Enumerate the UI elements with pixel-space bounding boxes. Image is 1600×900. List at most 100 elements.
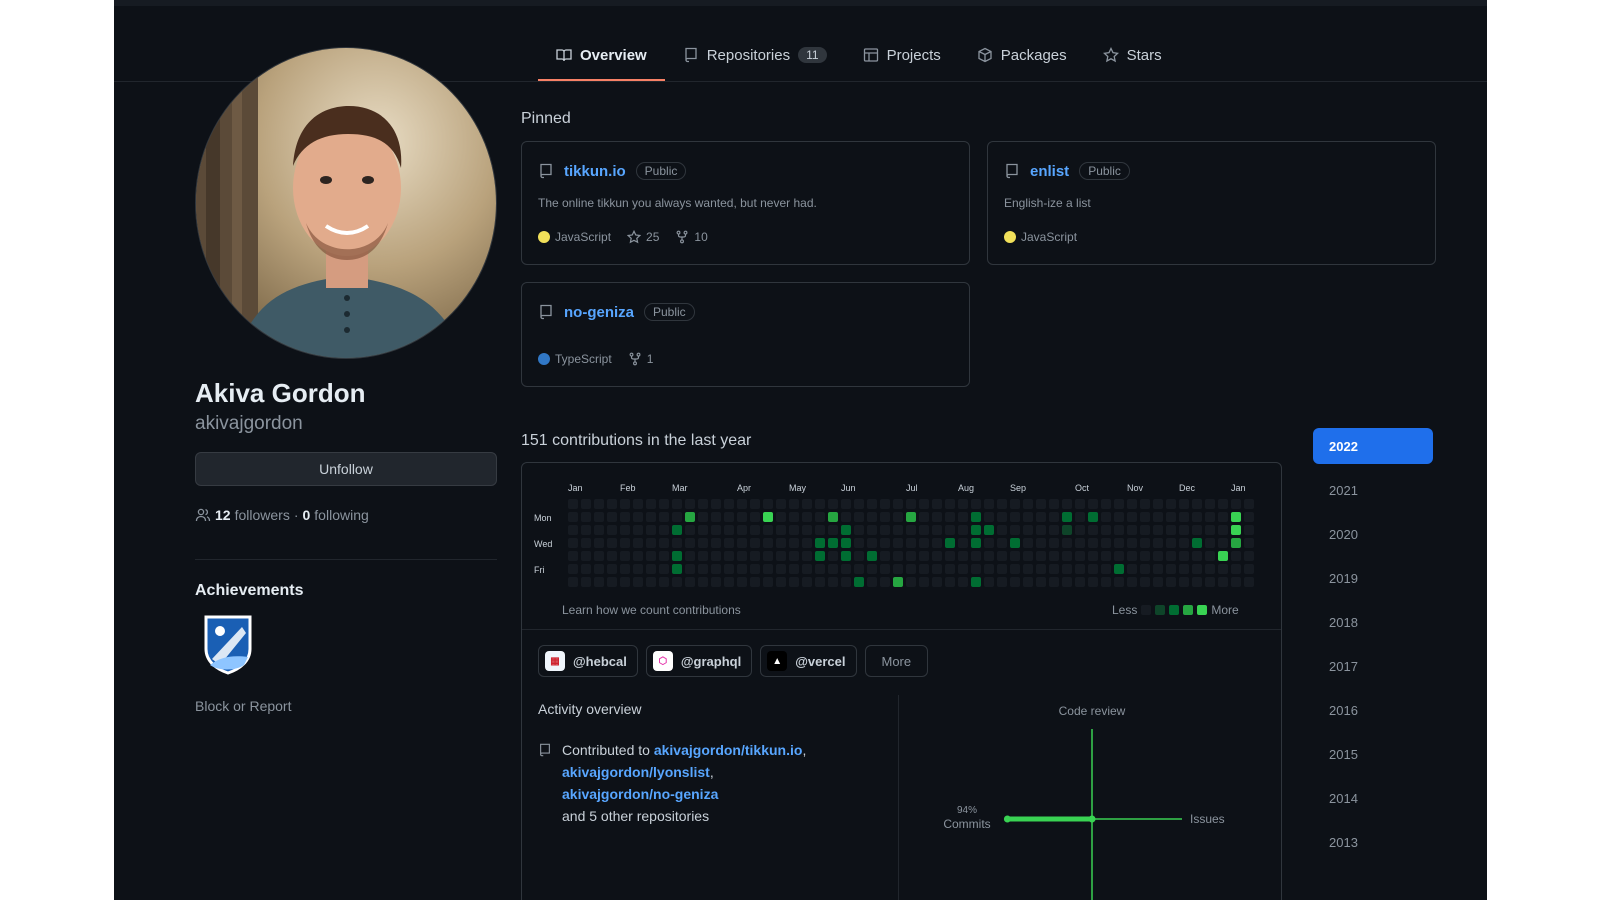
year-2022[interactable]: 2022 (1313, 428, 1433, 464)
contribution-day-cell[interactable] (971, 512, 981, 522)
contribution-day-cell[interactable] (828, 512, 838, 522)
contribution-day-cell[interactable] (802, 564, 812, 574)
contribution-day-cell[interactable] (1101, 512, 1111, 522)
contribution-day-cell[interactable] (737, 564, 747, 574)
learn-contributions-link[interactable]: Learn how we count contributions (562, 603, 741, 617)
contribution-day-cell[interactable] (659, 564, 669, 574)
contribution-day-cell[interactable] (1127, 499, 1137, 509)
contribution-day-cell[interactable] (1218, 512, 1228, 522)
org-filter-vercel[interactable]: ▲ @vercel (760, 645, 857, 677)
contribution-day-cell[interactable] (789, 577, 799, 587)
year-2015[interactable]: 2015 (1313, 736, 1433, 772)
contribution-day-cell[interactable] (620, 551, 630, 561)
contribution-day-cell[interactable] (646, 551, 656, 561)
contribution-day-cell[interactable] (1010, 525, 1020, 535)
contribution-day-cell[interactable] (1244, 551, 1254, 561)
avatar[interactable] (195, 47, 497, 359)
contribution-day-cell[interactable] (607, 525, 617, 535)
contribution-day-cell[interactable] (945, 564, 955, 574)
contribution-day-cell[interactable] (854, 577, 864, 587)
contribution-day-cell[interactable] (997, 551, 1007, 561)
contribution-day-cell[interactable] (802, 551, 812, 561)
contribution-day-cell[interactable] (815, 512, 825, 522)
contribution-day-cell[interactable] (919, 551, 929, 561)
contribution-day-cell[interactable] (685, 499, 695, 509)
contribution-day-cell[interactable] (984, 499, 994, 509)
year-2018[interactable]: 2018 (1313, 604, 1433, 640)
contribution-day-cell[interactable] (1062, 512, 1072, 522)
contribution-day-cell[interactable] (594, 512, 604, 522)
contribution-day-cell[interactable] (789, 525, 799, 535)
contribution-day-cell[interactable] (854, 499, 864, 509)
contribution-day-cell[interactable] (724, 525, 734, 535)
contribution-day-cell[interactable] (1049, 577, 1059, 587)
contribution-day-cell[interactable] (1114, 577, 1124, 587)
contribution-day-cell[interactable] (789, 538, 799, 548)
contribution-day-cell[interactable] (1114, 551, 1124, 561)
contribution-day-cell[interactable] (763, 564, 773, 574)
contribution-day-cell[interactable] (1140, 525, 1150, 535)
contribution-day-cell[interactable] (581, 525, 591, 535)
contribution-day-cell[interactable] (620, 512, 630, 522)
following-count[interactable]: 0 (303, 507, 311, 523)
contribution-day-cell[interactable] (828, 499, 838, 509)
contribution-day-cell[interactable] (1023, 577, 1033, 587)
contribution-day-cell[interactable] (1205, 538, 1215, 548)
contribution-day-cell[interactable] (685, 564, 695, 574)
contribution-day-cell[interactable] (1101, 538, 1111, 548)
contribution-day-cell[interactable] (1088, 525, 1098, 535)
contribution-day-cell[interactable] (1075, 551, 1085, 561)
contribution-day-cell[interactable] (1153, 525, 1163, 535)
contribution-day-cell[interactable] (1153, 577, 1163, 587)
contribution-day-cell[interactable] (724, 499, 734, 509)
contribution-day-cell[interactable] (906, 499, 916, 509)
year-2016[interactable]: 2016 (1313, 692, 1433, 728)
contribution-day-cell[interactable] (893, 525, 903, 535)
contribution-day-cell[interactable] (646, 564, 656, 574)
contribution-day-cell[interactable] (620, 564, 630, 574)
contribution-day-cell[interactable] (867, 499, 877, 509)
tab-repositories[interactable]: Repositories 11 (665, 40, 845, 70)
contribution-day-cell[interactable] (1166, 551, 1176, 561)
contribution-day-cell[interactable] (724, 564, 734, 574)
contribution-day-cell[interactable] (672, 551, 682, 561)
contribution-day-cell[interactable] (880, 564, 890, 574)
contribution-day-cell[interactable] (711, 499, 721, 509)
tab-stars[interactable]: Stars (1085, 40, 1180, 70)
contribution-day-cell[interactable] (1166, 577, 1176, 587)
contribution-day-cell[interactable] (997, 525, 1007, 535)
contribution-day-cell[interactable] (932, 538, 942, 548)
contribution-day-cell[interactable] (607, 512, 617, 522)
contribution-day-cell[interactable] (672, 564, 682, 574)
contribution-day-cell[interactable] (867, 538, 877, 548)
contribution-day-cell[interactable] (971, 564, 981, 574)
contribution-day-cell[interactable] (568, 538, 578, 548)
contribution-day-cell[interactable] (594, 499, 604, 509)
contribution-day-cell[interactable] (1244, 525, 1254, 535)
contribution-day-cell[interactable] (919, 577, 929, 587)
contribution-day-cell[interactable] (646, 577, 656, 587)
contribution-day-cell[interactable] (1179, 564, 1189, 574)
contribution-day-cell[interactable] (711, 512, 721, 522)
repo-stars[interactable]: 25 (627, 230, 659, 244)
org-filter-hebcal[interactable]: ▦ @hebcal (538, 645, 638, 677)
contribution-day-cell[interactable] (1192, 577, 1202, 587)
contribution-day-cell[interactable] (815, 551, 825, 561)
contribution-day-cell[interactable] (1075, 538, 1085, 548)
contribution-day-cell[interactable] (1075, 499, 1085, 509)
contribution-day-cell[interactable] (1036, 551, 1046, 561)
contribution-day-cell[interactable] (1166, 512, 1176, 522)
contribution-day-cell[interactable] (789, 499, 799, 509)
contribution-day-cell[interactable] (750, 525, 760, 535)
tab-projects[interactable]: Projects (845, 40, 959, 70)
contribution-day-cell[interactable] (1049, 538, 1059, 548)
contribution-day-cell[interactable] (815, 525, 825, 535)
contribution-day-cell[interactable] (958, 525, 968, 535)
activity-repo-link[interactable]: akivajgordon/no-geniza (562, 786, 718, 802)
contribution-day-cell[interactable] (1192, 499, 1202, 509)
contribution-day-cell[interactable] (1179, 512, 1189, 522)
contribution-day-cell[interactable] (1114, 538, 1124, 548)
contribution-day-cell[interactable] (1075, 564, 1085, 574)
contribution-day-cell[interactable] (1192, 525, 1202, 535)
contribution-day-cell[interactable] (1010, 538, 1020, 548)
